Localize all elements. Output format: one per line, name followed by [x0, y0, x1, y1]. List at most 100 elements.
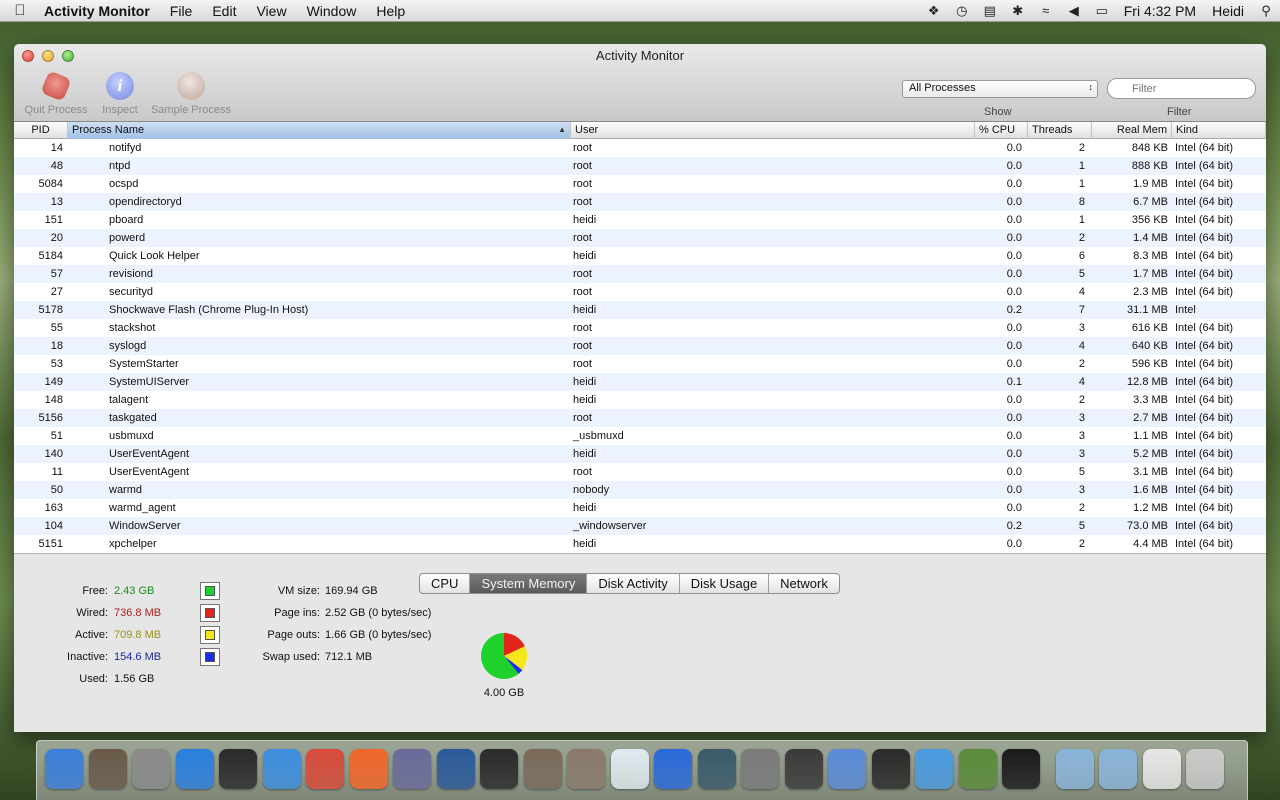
tab-system-memory[interactable]: System Memory	[470, 574, 588, 593]
tab-disk-activity[interactable]: Disk Activity	[587, 574, 680, 593]
table-row[interactable]: 5184 Quick Look Helper heidi 0.0 6 8.3 MB Inte…	[14, 247, 1266, 265]
cell-process-name: usbmuxd	[109, 430, 154, 442]
dropbox-icon[interactable]: ❖	[920, 3, 948, 19]
dock-soundcloud-icon[interactable]	[349, 749, 388, 789]
table-row[interactable]: 149 SystemUIServer heidi 0.1 4 12.8 MB Intel (…	[14, 373, 1266, 391]
tab-disk-usage[interactable]: Disk Usage	[680, 574, 770, 593]
dock-activity-monitor-icon[interactable]	[1002, 749, 1040, 789]
table-row[interactable]: 148 talagent heidi 0.0 2 3.3 MB Intel (64 bit)	[14, 391, 1266, 409]
dock-time-machine-icon[interactable]	[697, 749, 736, 789]
dock-finder-icon[interactable]	[45, 749, 83, 789]
menu-help[interactable]: Help	[366, 3, 415, 19]
color-swatch[interactable]	[200, 582, 220, 600]
table-row[interactable]: 5151 xpchelper heidi 0.0 2 4.4 MB Intel (64 bi…	[14, 535, 1266, 553]
table-row[interactable]: 5178 Shockwave Flash (Chrome Plug-In Host…	[14, 301, 1266, 319]
column-header-threads[interactable]: Threads	[1028, 122, 1092, 139]
dock-final-cut-icon[interactable]	[784, 749, 823, 789]
menu-clock[interactable]: Fri 4:32 PM	[1116, 3, 1204, 19]
menu-file[interactable]: File	[160, 3, 203, 19]
table-row[interactable]: 163 warmd_agent heidi 0.0 2 1.2 MB Intel (64 b…	[14, 499, 1266, 517]
color-swatch[interactable]	[200, 626, 220, 644]
dock-documents-folder-icon[interactable]	[1055, 749, 1094, 789]
dock-circle-app-icon[interactable]	[871, 749, 910, 789]
table-row[interactable]: 53 SystemStarter root 0.0 2 596 KB Intel (64 b…	[14, 355, 1266, 373]
time-machine-icon[interactable]: ◷	[948, 3, 976, 19]
dock-preview-icon[interactable]	[436, 749, 475, 789]
dock-evernote-icon[interactable]	[958, 749, 997, 789]
table-row[interactable]: 18 syslogd root 0.0 4 640 KB Intel (64 bit)	[14, 337, 1266, 355]
table-row[interactable]: 20 powerd root 0.0 2 1.4 MB Intel (64 bit)	[14, 229, 1266, 247]
table-row[interactable]: 11 UserEventAgent root 0.0 5 3.1 MB Intel (64 …	[14, 463, 1266, 481]
filter-input[interactable]	[1107, 78, 1256, 99]
dock-image-capture-icon[interactable]	[567, 749, 605, 789]
column-header-kind[interactable]: Kind	[1172, 122, 1266, 139]
dock-system-info-icon[interactable]	[88, 749, 127, 789]
dock-script-editor-icon[interactable]	[393, 749, 431, 789]
dock-photo-booth-icon[interactable]	[523, 749, 562, 789]
dock-fox-app-icon[interactable]	[610, 749, 649, 789]
table-row[interactable]: 48 ntpd root 0.0 1 888 KB Intel (64 bit)	[14, 157, 1266, 175]
table-row[interactable]: 51 usbmuxd _usbmuxd 0.0 3 1.1 MB Intel (64 bit…	[14, 427, 1266, 445]
bluetooth-icon[interactable]: ✱	[1004, 3, 1032, 19]
table-row[interactable]: 14 notifyd root 0.0 2 848 KB Intel (64 bit)	[14, 139, 1266, 157]
spotlight-icon[interactable]: ⚲	[1252, 3, 1280, 19]
cell-process-name: SystemUIServer	[109, 376, 190, 388]
cell-process-name: WindowServer	[109, 520, 181, 532]
column-header-process-name[interactable]: Process Name ▲	[68, 122, 571, 139]
dock-trash-icon[interactable]	[1186, 749, 1224, 789]
process-filter-select[interactable]: All Processes ↕	[902, 80, 1098, 98]
inspect-button[interactable]: i Inspect	[98, 72, 142, 116]
cell-threads: 2	[1078, 394, 1085, 406]
dock-itunes-icon[interactable]	[654, 749, 692, 789]
dock-applications-folder-icon[interactable]	[1099, 749, 1137, 789]
table-row[interactable]: 13 opendirectoryd root 0.0 8 6.7 MB Intel (64 …	[14, 193, 1266, 211]
menu-view[interactable]: View	[246, 3, 296, 19]
window-title: Activity Monitor	[595, 48, 685, 63]
color-swatch[interactable]	[200, 604, 220, 622]
dock-scrivener-icon[interactable]	[480, 749, 518, 789]
menu-edit[interactable]: Edit	[202, 3, 246, 19]
table-row[interactable]: 151 pboard heidi 0.0 1 356 KB Intel (64 bit)	[14, 211, 1266, 229]
cell-kind: Intel (64 bit)	[1175, 412, 1234, 424]
column-header-pid[interactable]: PID	[14, 122, 68, 139]
table-row[interactable]: 55 stackshot root 0.0 3 616 KB Intel (64 bit)	[14, 319, 1266, 337]
apple-icon[interactable]: 	[0, 2, 40, 19]
cell-threads: 2	[1078, 142, 1085, 154]
column-header-real-mem[interactable]: Real Mem	[1092, 122, 1172, 139]
menu-app-name[interactable]: Activity Monitor	[40, 3, 160, 19]
dock-mail-bird-icon[interactable]	[828, 749, 866, 789]
process-table[interactable]: 14 notifyd root 0.0 2 848 KB Intel (64 bit) 48 n…	[14, 139, 1266, 553]
quit-process-button[interactable]: Quit Process	[22, 70, 90, 116]
table-row[interactable]: 50 warmd nobody 0.0 3 1.6 MB Intel (64 bit)	[14, 481, 1266, 499]
dock-dashboard-icon[interactable]	[219, 749, 257, 789]
volume-icon[interactable]: ◀	[1060, 3, 1088, 19]
cell-cpu: 0.1	[1006, 376, 1022, 388]
tab-network[interactable]: Network	[769, 574, 839, 593]
sample-process-button[interactable]: Sample Process	[148, 72, 234, 116]
dock-icloud-icon[interactable]	[915, 749, 953, 789]
vm-value: 712.1 MB	[325, 651, 373, 663]
color-swatch[interactable]	[200, 648, 220, 666]
table-row[interactable]: 140 UserEventAgent heidi 0.0 3 5.2 MB Intel (6…	[14, 445, 1266, 463]
dock-downloads-stack-icon[interactable]	[1142, 749, 1181, 789]
table-row[interactable]: 5156 taskgated root 0.0 3 2.7 MB Intel (64 bit…	[14, 409, 1266, 427]
table-row[interactable]: 57 revisiond root 0.0 5 1.7 MB Intel (64 bit)	[14, 265, 1266, 283]
wifi-icon[interactable]: ≈	[1032, 3, 1060, 18]
battery-icon[interactable]: ▭	[1088, 3, 1116, 19]
table-row[interactable]: 104 WindowServer _windowserver 0.2 5 73.0 MB I…	[14, 517, 1266, 535]
table-row[interactable]: 5084 ocspd root 0.0 1 1.9 MB Intel (64 bit)	[14, 175, 1266, 193]
cell-process-name: ntpd	[109, 160, 131, 172]
memory-row: Wired: 736.8 MB	[28, 604, 228, 622]
dock-chrome-icon[interactable]	[306, 749, 344, 789]
dock-launchpad-icon[interactable]	[132, 749, 170, 789]
menu-user[interactable]: Heidi	[1204, 3, 1252, 19]
dock-system-preferences-icon[interactable]	[741, 749, 779, 789]
column-header-cpu[interactable]: % CPU	[975, 122, 1028, 139]
menu-window[interactable]: Window	[297, 3, 367, 19]
display-icon[interactable]: ▤	[976, 3, 1004, 19]
table-row[interactable]: 27 securityd root 0.0 4 2.3 MB Intel (64 bit)	[14, 283, 1266, 301]
cell-user: root	[573, 232, 592, 244]
dock-safari-icon[interactable]	[262, 749, 301, 789]
dock-app-store-icon[interactable]	[175, 749, 214, 789]
column-header-user[interactable]: User	[571, 122, 975, 139]
